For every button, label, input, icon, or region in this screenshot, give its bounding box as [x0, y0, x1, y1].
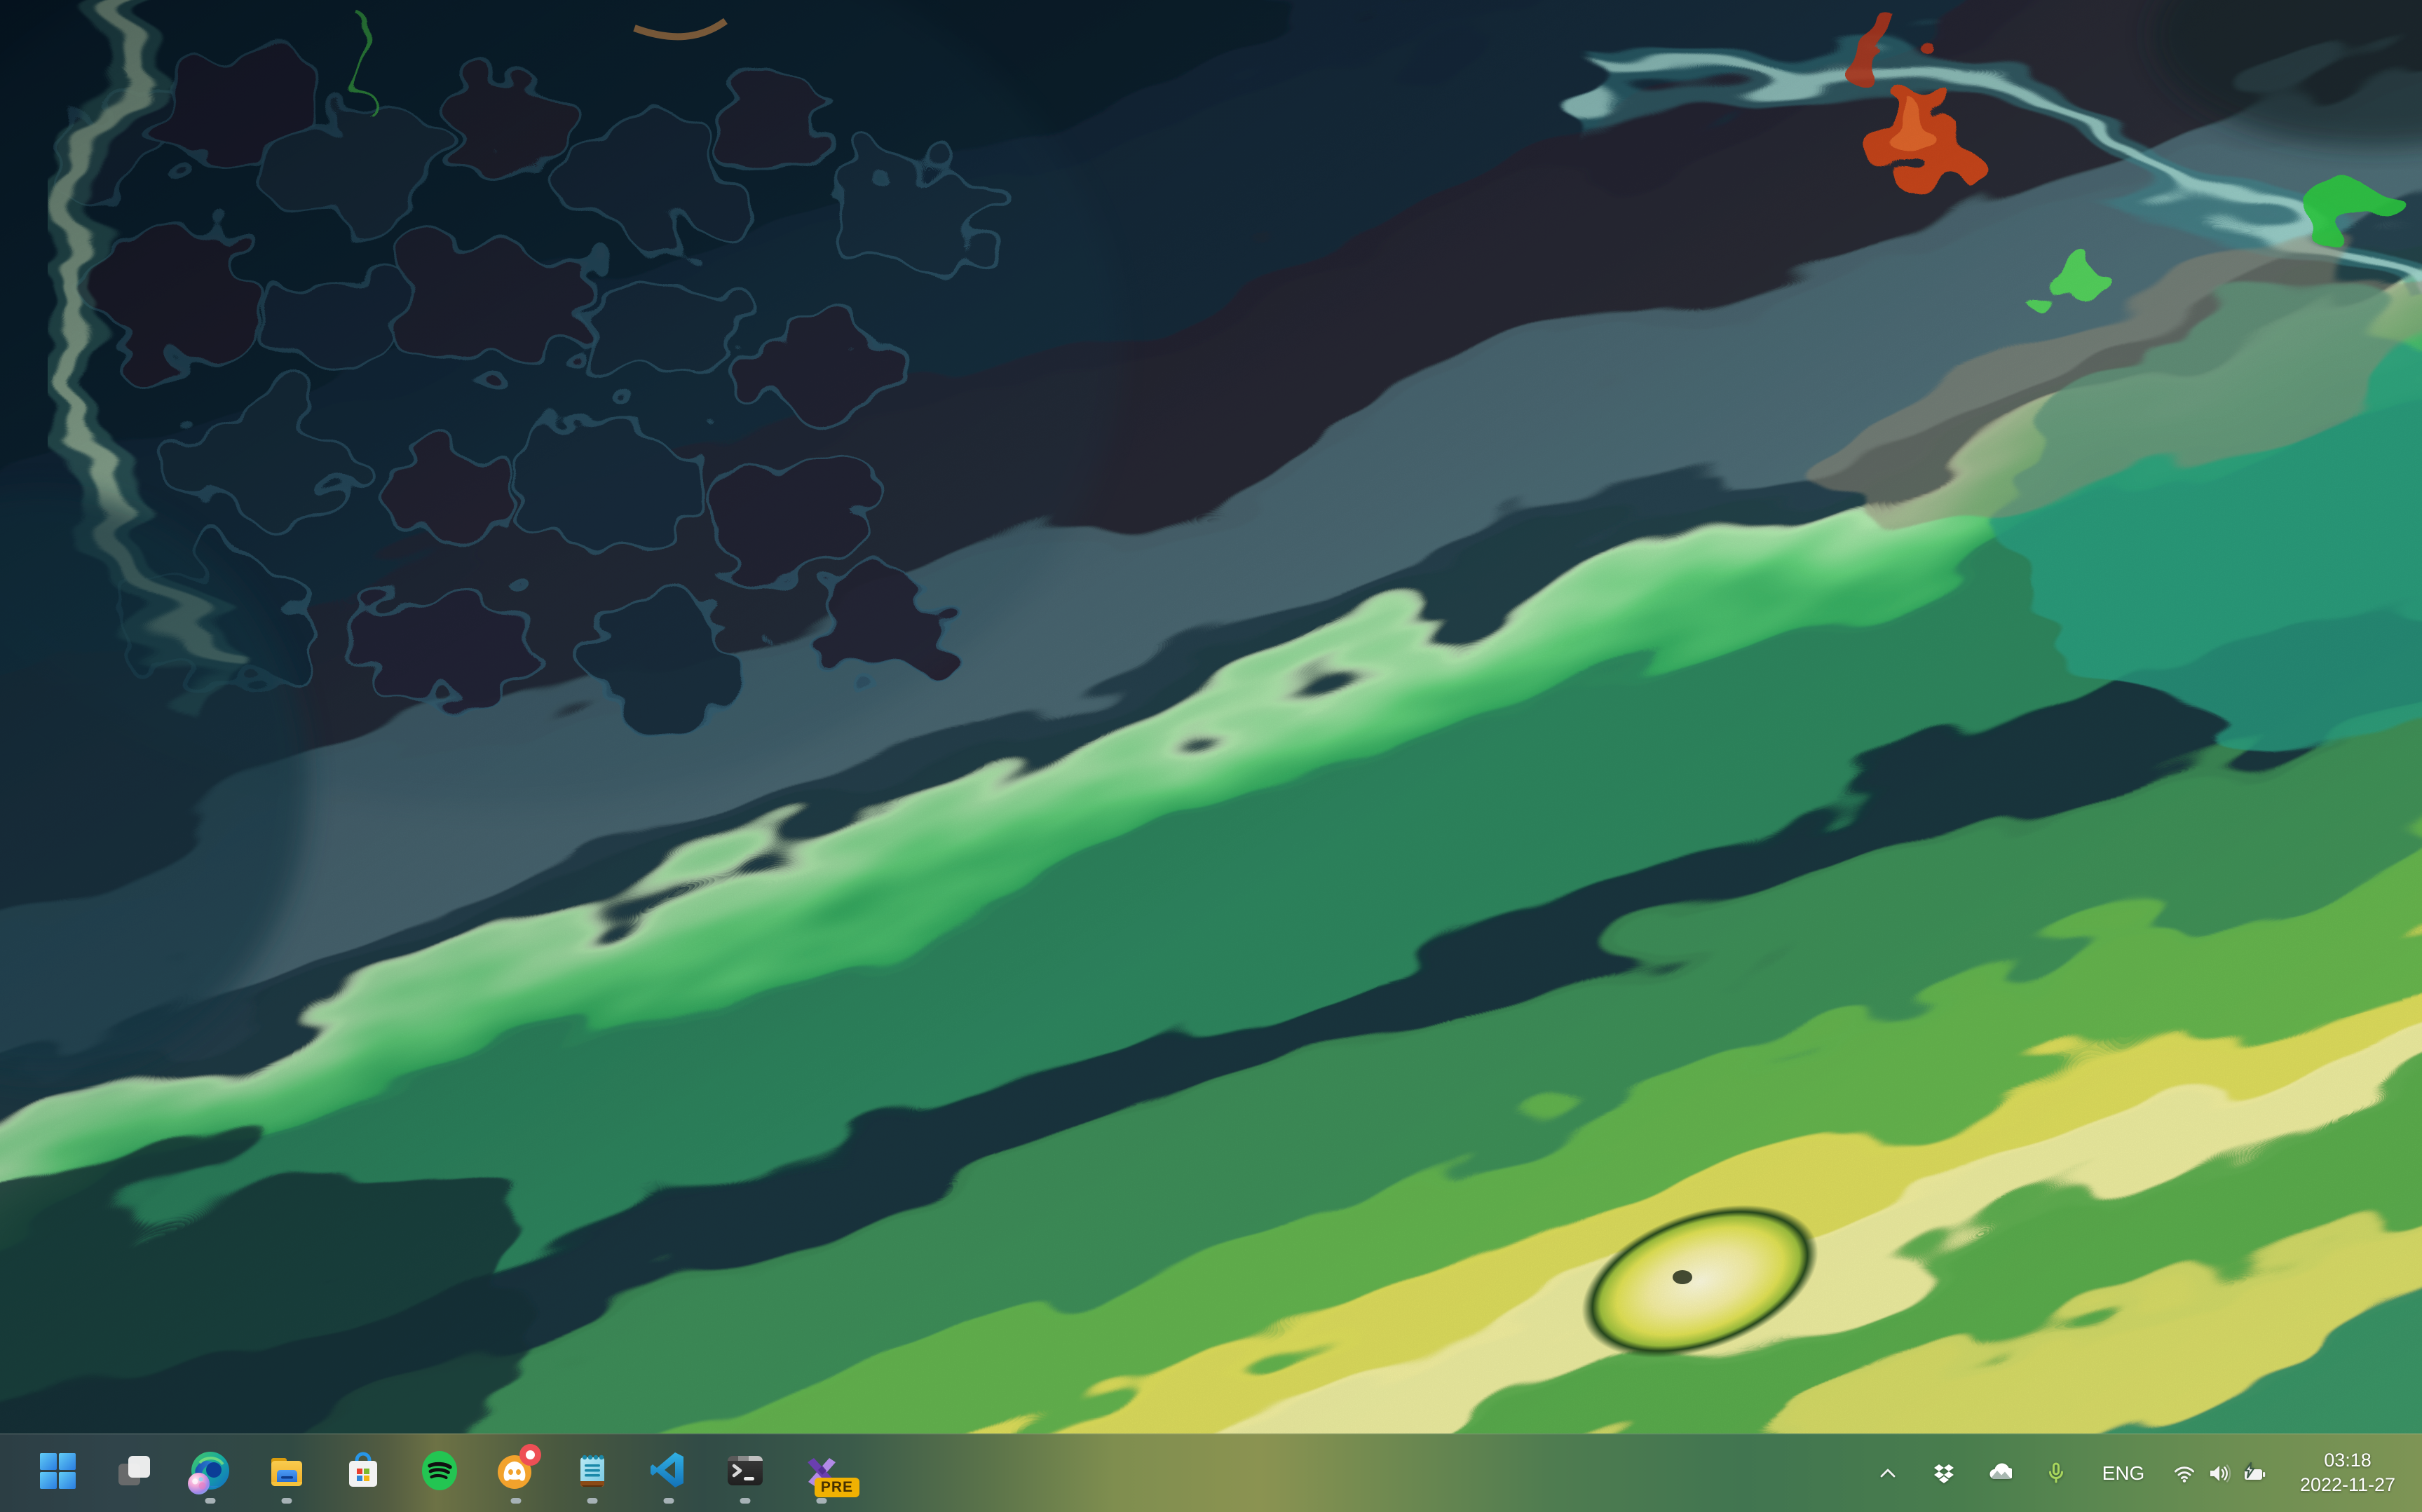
volume-icon: [2207, 1462, 2231, 1485]
onedrive-icon: [1988, 1462, 2012, 1485]
running-indicator: [511, 1498, 522, 1504]
taskbar-app-edge[interactable]: [177, 1437, 244, 1510]
running-indicator: [817, 1498, 827, 1504]
taskbar-app-terminal[interactable]: [712, 1437, 779, 1510]
clock-time: 03:18: [2324, 1450, 2372, 1471]
tray-microphone-button[interactable]: [2036, 1444, 2076, 1503]
running-indicator: [664, 1498, 674, 1504]
desktop-wallpaper: [0, 0, 2422, 1512]
taskbar-app-notepad[interactable]: [559, 1437, 626, 1510]
file-explorer-icon: [266, 1450, 307, 1491]
taskbar-app-microsoft-store[interactable]: [329, 1437, 397, 1510]
taskbar-task-view-button[interactable]: [100, 1437, 168, 1510]
taskbar: PRE: [0, 1433, 2422, 1512]
dropbox-icon: [1932, 1462, 1956, 1485]
spotify-icon: [419, 1450, 460, 1491]
taskbar-app-buttons: PRE: [0, 1434, 855, 1512]
running-indicator: [587, 1498, 598, 1504]
taskbar-app-file-explorer[interactable]: [253, 1437, 320, 1510]
preview-badge: PRE: [815, 1478, 859, 1497]
edge-profile-avatar: [188, 1473, 210, 1494]
taskbar-app-discord[interactable]: [482, 1437, 550, 1510]
quick-settings-button[interactable]: [2165, 1444, 2273, 1503]
notepad-icon: [572, 1450, 613, 1491]
chevron-up-icon: [1876, 1462, 1900, 1485]
taskbar-app-visual-studio-preview[interactable]: PRE: [788, 1437, 855, 1510]
tray-chevron-button[interactable]: [1868, 1444, 1907, 1503]
microsoft-store-icon: [343, 1450, 383, 1491]
running-indicator: [205, 1498, 216, 1504]
clock-button[interactable]: 03:18 2022-11-27: [2285, 1444, 2411, 1503]
battery-charging-icon: [2243, 1462, 2266, 1485]
windows-start-icon: [37, 1450, 78, 1491]
wallpaper-art: [0, 0, 2422, 1512]
taskbar-app-vscode[interactable]: [635, 1437, 702, 1510]
running-indicator: [282, 1498, 292, 1504]
running-indicator: [740, 1498, 751, 1504]
tray-onedrive-button[interactable]: [1980, 1444, 2020, 1503]
microphone-icon: [2044, 1462, 2068, 1485]
terminal-icon: [725, 1450, 766, 1491]
clock-date: 2022-11-27: [2300, 1475, 2395, 1496]
taskbar-start-button[interactable]: [24, 1437, 91, 1510]
tray-dropbox-button[interactable]: [1924, 1444, 1964, 1503]
taskbar-app-spotify[interactable]: [406, 1437, 473, 1510]
wifi-icon: [2172, 1462, 2196, 1485]
system-tray: ENG: [1868, 1434, 2422, 1512]
task-view-icon: [114, 1450, 154, 1491]
discord-notification-badge: [519, 1444, 541, 1466]
vscode-icon: [648, 1450, 689, 1491]
profile-avatar-image: [188, 1473, 210, 1494]
language-indicator[interactable]: ENG: [2091, 1444, 2156, 1503]
desktop[interactable]: PRE: [0, 0, 2422, 1512]
